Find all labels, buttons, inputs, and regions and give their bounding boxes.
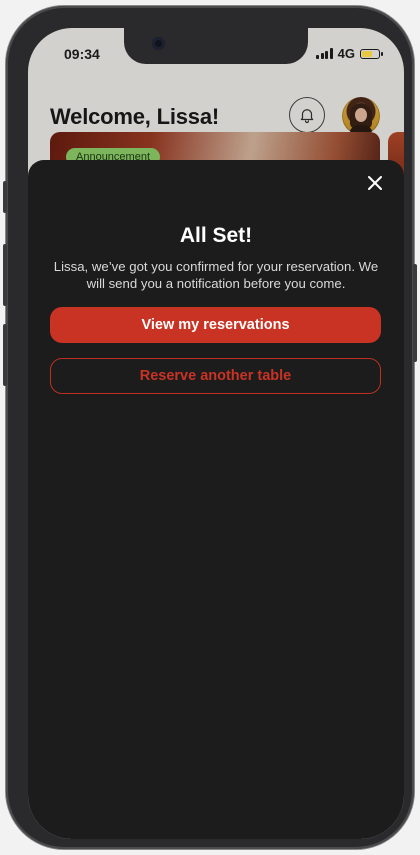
front-camera <box>152 37 165 50</box>
confirmation-sheet: All Set! Lissa, we’ve got you confirmed … <box>28 160 404 839</box>
close-icon <box>368 176 382 190</box>
network-label: 4G <box>337 46 355 61</box>
confirmation-message: Lissa, we’ve got you confirmed for your … <box>53 259 379 291</box>
battery-icon <box>360 48 383 59</box>
volume-down-button <box>3 324 7 386</box>
view-reservations-button[interactable]: View my reservations <box>50 307 381 343</box>
volume-up-button <box>3 244 7 306</box>
notch <box>124 28 308 64</box>
status-indicators: 4G <box>316 46 383 61</box>
confirmation-title: All Set! <box>179 224 253 247</box>
power-button <box>413 264 417 362</box>
signal-icon <box>316 48 333 59</box>
screen: 09:34 4G Welcome, Lissa! Announcement Al… <box>28 28 404 839</box>
reserve-another-table-button[interactable]: Reserve another table <box>50 358 381 394</box>
silent-switch <box>3 181 7 213</box>
battery-level <box>362 50 372 57</box>
phone-frame: 09:34 4G Welcome, Lissa! Announcement Al… <box>3 6 417 849</box>
close-button[interactable] <box>364 172 386 194</box>
status-time: 09:34 <box>64 46 100 62</box>
